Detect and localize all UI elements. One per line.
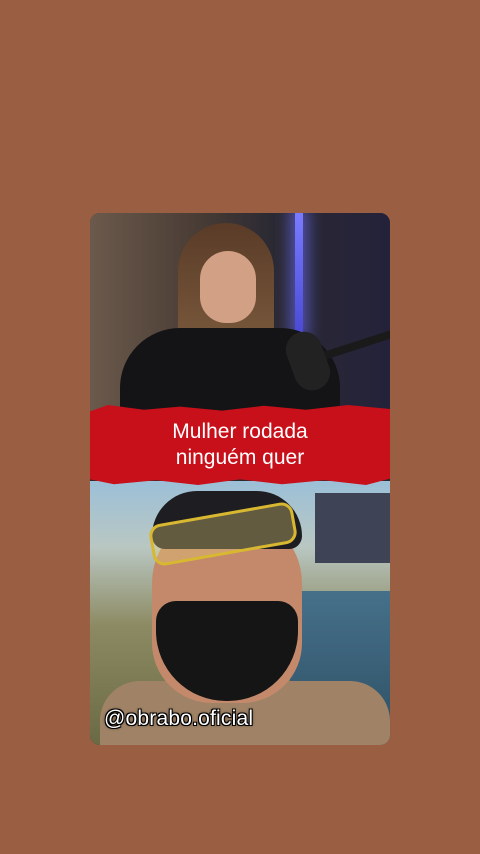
studio-light-bar — [295, 213, 303, 333]
creator-handle: @obrabo.oficial — [104, 707, 254, 730]
reaction-video-frame: @obrabo.oficial — [90, 481, 390, 745]
woman-face — [200, 251, 256, 323]
caption-line-2: ninguém quer — [175, 446, 305, 469]
caption-line-1: Mulher rodada — [172, 420, 308, 443]
background-building — [315, 493, 390, 563]
video-card[interactable]: @obrabo.oficial Mulher rodada ninguém qu… — [90, 213, 390, 745]
podcast-video-frame — [90, 213, 390, 413]
caption-banner: Mulher rodada ninguém quer — [90, 405, 390, 485]
caption-text: Mulher rodada ninguém quer — [110, 419, 370, 471]
mic-arm — [318, 328, 390, 362]
